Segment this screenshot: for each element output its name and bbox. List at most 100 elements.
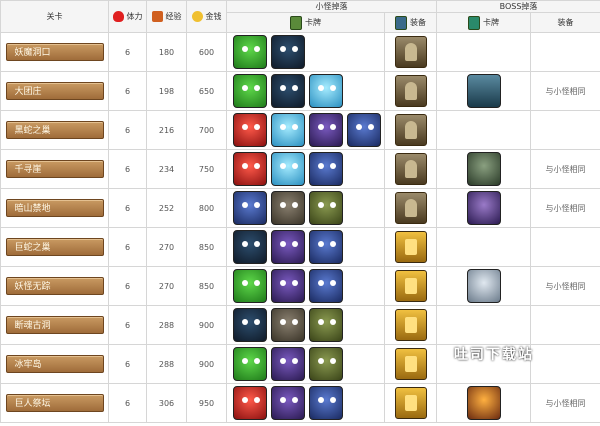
helmet-equip-icon bbox=[394, 192, 427, 224]
heart-icon bbox=[112, 11, 124, 22]
equip-book-icon bbox=[395, 15, 407, 30]
monster-card-icon bbox=[271, 113, 305, 147]
monster-card-icon bbox=[233, 308, 267, 342]
boss-equip-note bbox=[530, 344, 600, 384]
boss-equip-note: 与小怪相同 bbox=[530, 188, 600, 228]
armor-equip-icon bbox=[394, 348, 427, 380]
exp-value: 216 bbox=[146, 110, 187, 150]
gold-value: 850 bbox=[186, 266, 227, 306]
level-button[interactable]: 巨蛇之巢 bbox=[5, 238, 104, 256]
stamina-value: 6 bbox=[108, 266, 147, 306]
monster-card-icon bbox=[271, 191, 305, 225]
monster-card-icon bbox=[233, 152, 267, 186]
gold-value: 900 bbox=[186, 344, 227, 384]
monster-card-icon bbox=[233, 230, 267, 264]
gold-value: 800 bbox=[186, 188, 227, 228]
monster-card-icon bbox=[309, 230, 343, 264]
exp-value: 270 bbox=[146, 227, 187, 267]
monster-card-icon bbox=[309, 386, 343, 420]
level-button[interactable]: 暗山禁地 bbox=[5, 199, 104, 217]
helmet-equip-icon bbox=[394, 114, 427, 146]
boss-equip-note: 与小怪相同 bbox=[530, 383, 600, 423]
stamina-value: 6 bbox=[108, 71, 147, 111]
header-boss-group: BOSS掉落 bbox=[436, 0, 600, 13]
exp-value: 288 bbox=[146, 305, 187, 345]
header-exp: 经验 bbox=[146, 0, 187, 33]
header-boss-card: 卡牌 bbox=[436, 12, 531, 33]
level-button[interactable]: 妖魔洞口 bbox=[5, 43, 104, 61]
monster-card-icon bbox=[309, 191, 343, 225]
table-row: 千寻崖 6 234 750 与小怪相同 bbox=[0, 149, 600, 189]
monster-card-icon bbox=[233, 347, 267, 381]
gold-value: 950 bbox=[186, 383, 227, 423]
table-row: 巨蛇之巢 6 270 850 bbox=[0, 227, 600, 267]
header-minion-group: 小怪掉落 bbox=[226, 0, 437, 13]
exp-value: 180 bbox=[146, 32, 187, 72]
level-button[interactable]: 大团庄 bbox=[5, 82, 104, 100]
boss-card-icon bbox=[466, 269, 501, 303]
watermark: 吐司下载站 bbox=[454, 347, 534, 363]
table-row: 断魂古洞 6 288 900 bbox=[0, 305, 600, 345]
helmet-equip-icon bbox=[394, 36, 427, 68]
gold-value: 750 bbox=[186, 149, 227, 189]
level-button[interactable]: 黑蛇之巢 bbox=[5, 121, 104, 139]
monster-card-icon bbox=[309, 152, 343, 186]
monster-card-icon bbox=[233, 113, 267, 147]
boss-equip-note: 与小怪相同 bbox=[530, 71, 600, 111]
table-row: 大团庄 6 198 650 与小怪相同 bbox=[0, 71, 600, 111]
monster-card-icon bbox=[271, 35, 305, 69]
table-row: 妖魔洞口 6 180 600 bbox=[0, 32, 600, 72]
exp-value: 234 bbox=[146, 149, 187, 189]
card-book-icon bbox=[290, 15, 302, 30]
monster-card-icon bbox=[309, 347, 343, 381]
boss-card-book-icon bbox=[468, 15, 480, 30]
boss-equip-note bbox=[530, 110, 600, 150]
exp-value: 270 bbox=[146, 266, 187, 306]
monster-card-icon bbox=[309, 308, 343, 342]
boss-equip-note bbox=[530, 32, 600, 72]
armor-equip-icon bbox=[394, 231, 427, 263]
monster-card-icon bbox=[347, 113, 381, 147]
monster-card-icon bbox=[309, 269, 343, 303]
header-minion-equip: 装备 bbox=[384, 12, 437, 33]
monster-card-icon bbox=[271, 74, 305, 108]
monster-card-icon bbox=[233, 269, 267, 303]
level-button[interactable]: 巨人祭坛 bbox=[5, 394, 104, 412]
monster-card-icon bbox=[233, 74, 267, 108]
boss-equip-note bbox=[530, 305, 600, 345]
monster-card-icon bbox=[309, 74, 343, 108]
header-level: 关卡 bbox=[0, 0, 109, 33]
armor-equip-icon bbox=[394, 309, 427, 341]
exp-value: 288 bbox=[146, 344, 187, 384]
stamina-value: 6 bbox=[108, 227, 147, 267]
stamina-value: 6 bbox=[108, 110, 147, 150]
gold-value: 850 bbox=[186, 227, 227, 267]
exp-value: 306 bbox=[146, 383, 187, 423]
level-button[interactable]: 妖怪无踪 bbox=[5, 277, 104, 295]
table-row: 黑蛇之巢 6 216 700 bbox=[0, 110, 600, 150]
level-button[interactable]: 冰牢岛 bbox=[5, 355, 104, 373]
monster-card-icon bbox=[233, 191, 267, 225]
header-minion-card: 卡牌 bbox=[226, 12, 385, 33]
helmet-equip-icon bbox=[394, 75, 427, 107]
monster-card-icon bbox=[271, 386, 305, 420]
boss-equip-note: 与小怪相同 bbox=[530, 149, 600, 189]
monster-card-icon bbox=[271, 308, 305, 342]
armor-equip-icon bbox=[394, 270, 427, 302]
gold-value: 900 bbox=[186, 305, 227, 345]
boss-card-icon bbox=[466, 191, 501, 225]
table-row: 暗山禁地 6 252 800 与小怪相同 bbox=[0, 188, 600, 228]
boss-equip-note: 与小怪相同 bbox=[530, 266, 600, 306]
level-button[interactable]: 断魂古洞 bbox=[5, 316, 104, 334]
boss-card-icon bbox=[466, 152, 501, 186]
table-row: 巨人祭坛 6 306 950 与小怪相同 bbox=[0, 383, 600, 423]
exp-value: 198 bbox=[146, 71, 187, 111]
monster-card-icon bbox=[271, 269, 305, 303]
gold-value: 600 bbox=[186, 32, 227, 72]
table-row: 妖怪无踪 6 270 850 与小怪相同 bbox=[0, 266, 600, 306]
helmet-equip-icon bbox=[394, 153, 427, 185]
level-button[interactable]: 千寻崖 bbox=[5, 160, 104, 178]
monster-card-icon bbox=[233, 386, 267, 420]
exp-icon bbox=[151, 11, 163, 22]
boss-equip-note bbox=[530, 227, 600, 267]
